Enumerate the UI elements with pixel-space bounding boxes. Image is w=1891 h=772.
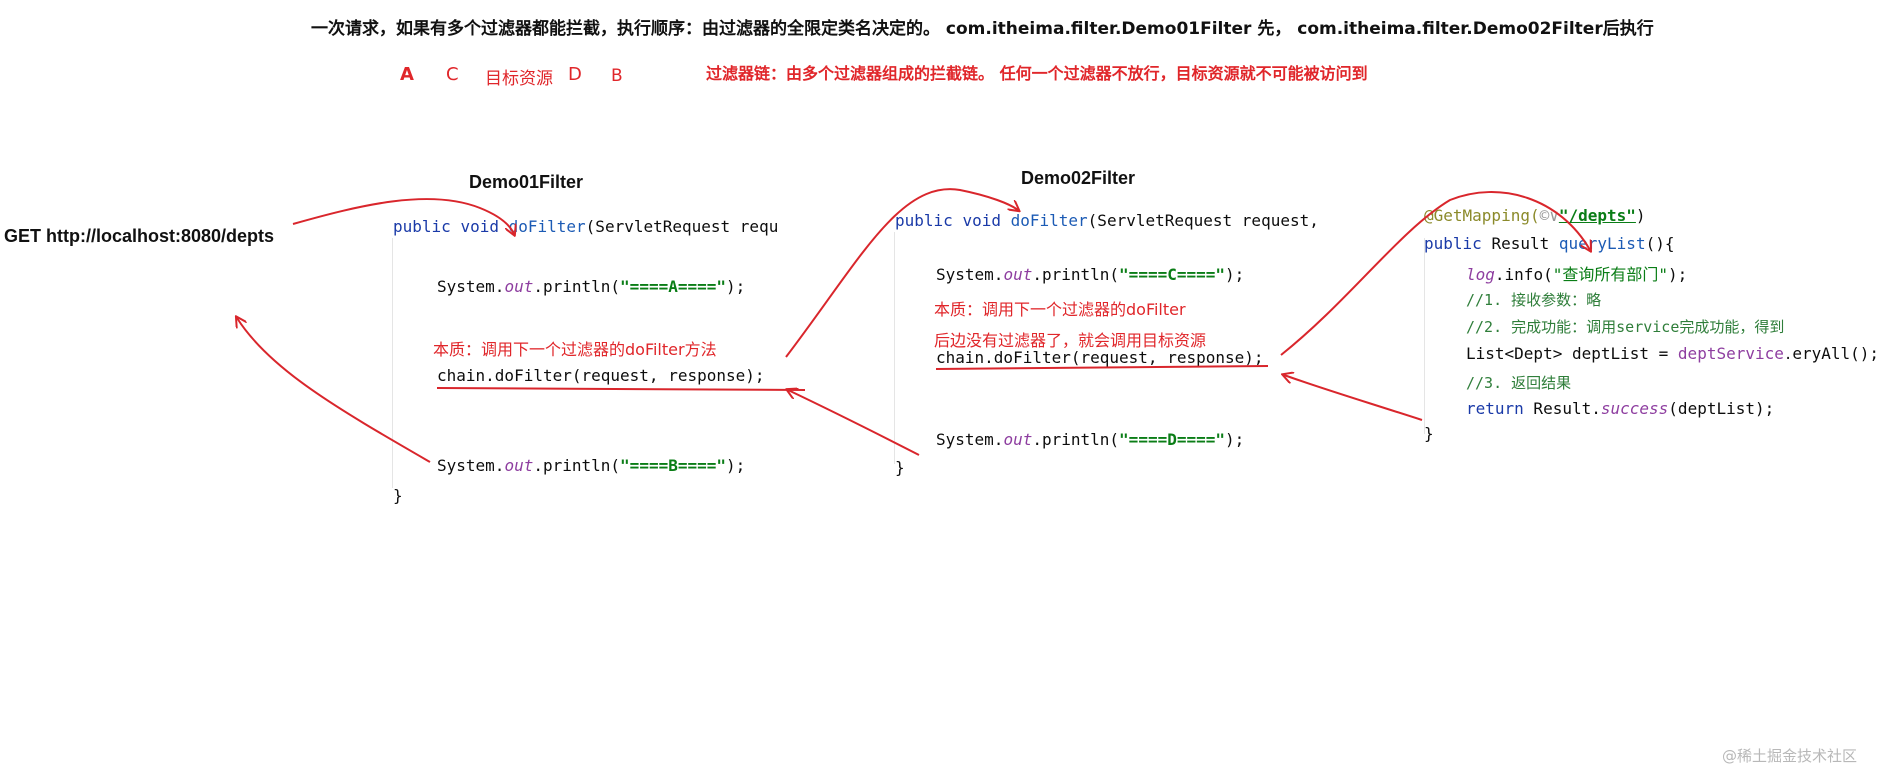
arrow-request-to-filter1 <box>292 198 514 234</box>
underline-filter2-chain <box>935 365 1269 370</box>
flow-arrows <box>0 188 1891 463</box>
arrow-filter1-to-filter2 <box>785 188 1018 358</box>
underline-filter1-chain <box>436 387 806 391</box>
arrow-filter2-to-filter1 <box>788 390 920 456</box>
arrow-filter1-to-request <box>237 318 431 463</box>
arrow-controller-to-filter2 <box>1284 375 1423 421</box>
arrow-filter2-to-controller <box>1280 191 1590 356</box>
